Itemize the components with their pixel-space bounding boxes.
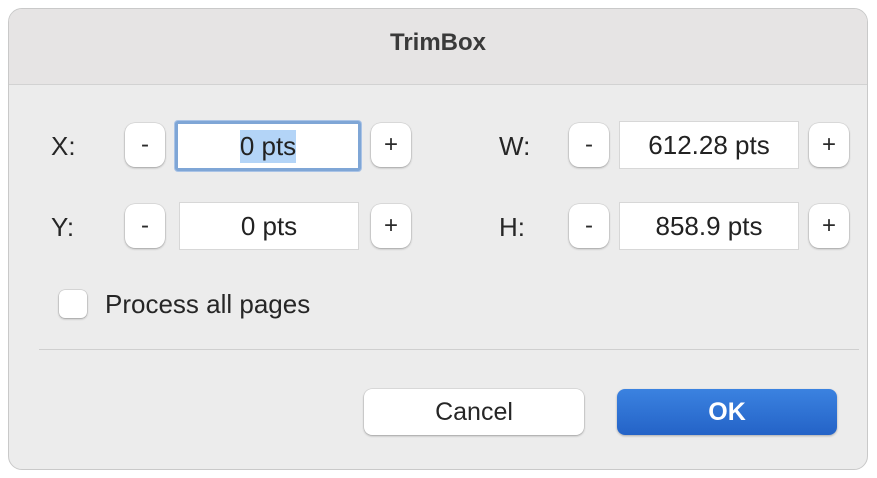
x-label: X:: [51, 131, 76, 161]
trimbox-dialog: TrimBox X: - 0 pts + W: - 612.28 pts + Y…: [8, 8, 868, 470]
w-label: W:: [499, 131, 531, 161]
y-input[interactable]: 0 pts: [179, 202, 359, 250]
dialog-title: TrimBox: [389, 29, 487, 56]
y-label: Y:: [51, 212, 75, 242]
w-increment-button[interactable]: +: [809, 123, 849, 167]
x-increment-button[interactable]: +: [371, 123, 411, 167]
w-input[interactable]: 612.28 pts: [619, 121, 799, 169]
x-input[interactable]: 0 pts: [175, 121, 361, 171]
w-decrement-button[interactable]: -: [569, 123, 609, 167]
title-bar: TrimBox: [9, 9, 867, 85]
y-increment-button[interactable]: +: [371, 204, 411, 248]
process-all-pages-label[interactable]: Process all pages: [105, 289, 310, 319]
x-input-value: 0 pts: [239, 129, 297, 163]
h-decrement-button[interactable]: -: [569, 204, 609, 248]
cancel-button[interactable]: Cancel: [364, 389, 584, 435]
y-decrement-button[interactable]: -: [125, 204, 165, 248]
ok-button[interactable]: OK: [617, 389, 837, 435]
divider: [39, 349, 859, 350]
h-increment-button[interactable]: +: [809, 204, 849, 248]
x-decrement-button[interactable]: -: [125, 123, 165, 167]
process-all-pages-checkbox[interactable]: [59, 290, 87, 318]
h-label: H:: [499, 212, 525, 242]
h-input[interactable]: 858.9 pts: [619, 202, 799, 250]
